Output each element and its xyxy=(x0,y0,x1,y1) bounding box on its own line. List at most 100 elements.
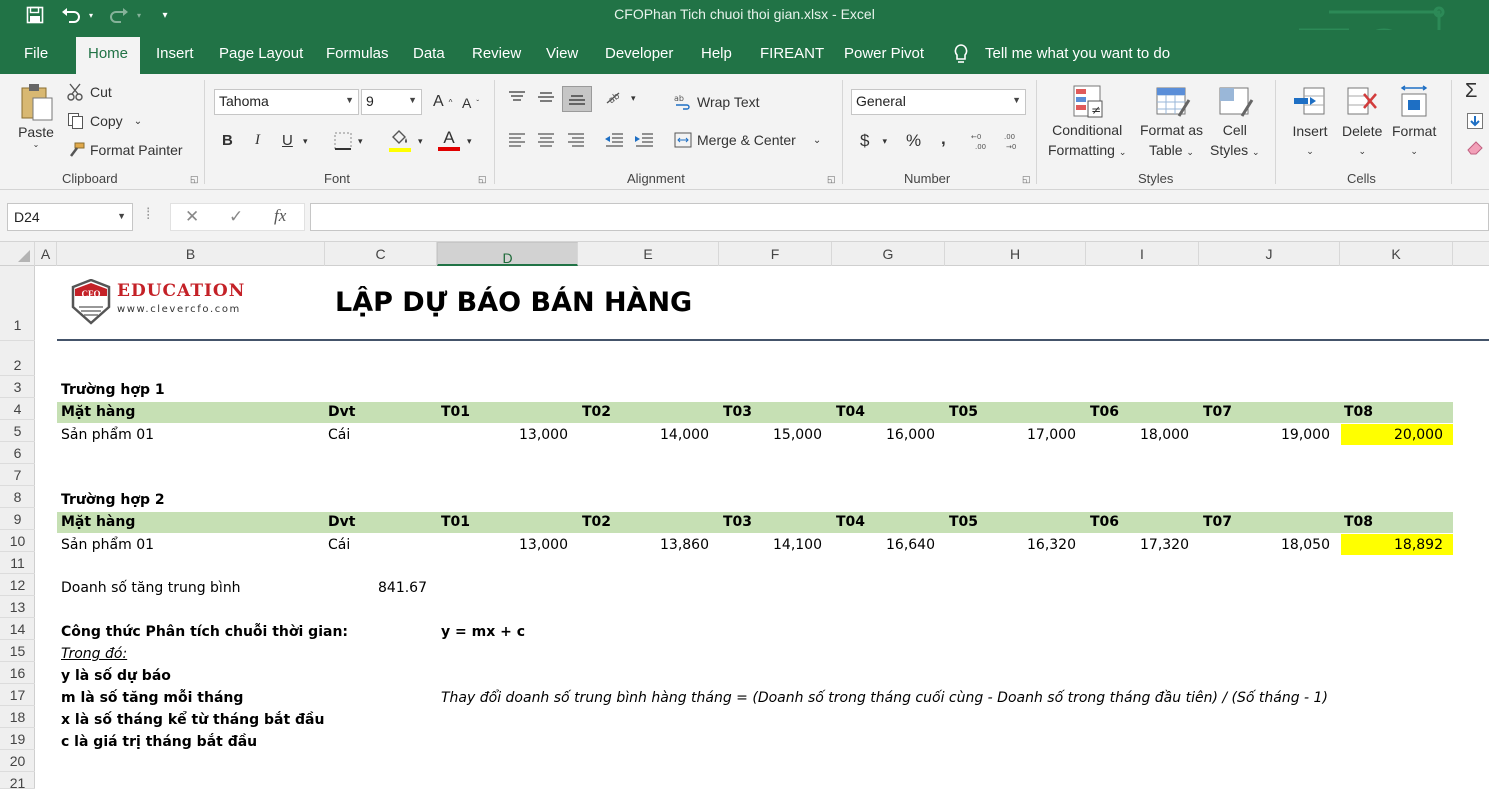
font-name-select[interactable]: Tahoma ▼ xyxy=(214,89,359,115)
align-center-icon[interactable] xyxy=(535,131,557,147)
tell-me-search[interactable]: Tell me what you want to do xyxy=(985,30,1170,74)
increase-decimal-icon[interactable]: ←0.00 xyxy=(971,131,993,151)
wrap-text-button[interactable]: ab Wrap Text xyxy=(674,93,760,111)
col-header-i[interactable]: I xyxy=(1086,242,1199,266)
row-header[interactable]: 8 xyxy=(0,486,35,508)
tab-insert[interactable]: Insert xyxy=(156,30,194,74)
tab-home[interactable]: Home xyxy=(76,37,141,74)
cancel-entry-icon[interactable]: ✕ xyxy=(185,207,199,227)
row-header[interactable]: 2 xyxy=(0,354,35,376)
italic-button[interactable]: I xyxy=(255,132,260,149)
col-header-c[interactable]: C xyxy=(325,242,437,266)
eraser-icon[interactable] xyxy=(1466,140,1484,156)
row-header[interactable]: 14 xyxy=(0,618,35,640)
decrease-decimal-icon[interactable]: .00 →0 xyxy=(1002,131,1024,151)
redo-icon[interactable] xyxy=(106,4,132,26)
tab-data[interactable]: Data xyxy=(413,30,445,74)
undo-icon[interactable] xyxy=(58,4,84,26)
format-painter-button[interactable]: Format Painter xyxy=(67,141,183,159)
row-header[interactable]: 13 xyxy=(0,596,35,618)
font-launcher-icon[interactable]: ◱ xyxy=(478,174,487,185)
increase-font-icon[interactable]: A ^ xyxy=(433,93,452,111)
tab-power-pivot[interactable]: Power Pivot xyxy=(844,30,924,74)
row-header[interactable]: 10 xyxy=(0,530,35,552)
alignment-launcher-icon[interactable]: ◱ xyxy=(827,174,836,185)
row-header[interactable]: 7 xyxy=(0,464,35,486)
formula-input[interactable] xyxy=(310,203,1489,231)
lightbulb-icon[interactable] xyxy=(952,30,970,74)
fill-color-button[interactable] xyxy=(389,129,411,152)
row-header[interactable]: 4 xyxy=(0,398,35,420)
insert-cells-button[interactable]: Insert ⌄ xyxy=(1292,84,1328,160)
currency-button[interactable]: $ ▾ xyxy=(860,131,887,151)
autosum-icon[interactable]: Σ xyxy=(1465,80,1477,103)
cut-button[interactable]: Cut xyxy=(67,83,112,101)
col-header-e[interactable]: E xyxy=(578,242,719,266)
col-header-f[interactable]: F xyxy=(719,242,832,266)
tab-formulas[interactable]: Formulas xyxy=(326,30,389,74)
insert-function-icon[interactable]: fx xyxy=(274,206,286,226)
font-color-button[interactable]: A xyxy=(438,129,460,151)
tab-help[interactable]: Help xyxy=(701,30,732,74)
row-header[interactable]: 15 xyxy=(0,640,35,662)
select-all-corner[interactable] xyxy=(0,242,35,266)
delete-cells-button[interactable]: Delete ⌄ xyxy=(1342,84,1382,160)
orientation-icon[interactable]: ab ▾ xyxy=(604,90,636,106)
align-top-icon[interactable] xyxy=(506,90,528,104)
tab-fireant[interactable]: FIREANT xyxy=(760,30,824,74)
name-box[interactable]: D24 ▼ xyxy=(7,203,133,231)
save-icon[interactable] xyxy=(22,4,48,26)
conditional-formatting-button[interactable]: ≠ Conditional Formatting ⌄ xyxy=(1048,84,1126,162)
formula-bar-grip-icon[interactable]: ⁞ xyxy=(146,206,150,224)
underline-dropdown-icon[interactable]: ▾ xyxy=(303,136,308,147)
bold-button[interactable]: B xyxy=(222,132,233,149)
decrease-indent-icon[interactable] xyxy=(603,131,625,147)
col-header-d[interactable]: D xyxy=(437,242,578,266)
tab-review[interactable]: Review xyxy=(472,30,521,74)
row-header[interactable]: 5 xyxy=(0,420,35,442)
fill-down-icon[interactable] xyxy=(1466,112,1484,130)
number-format-select[interactable]: General ▼ xyxy=(851,89,1026,115)
col-header-k[interactable]: K xyxy=(1340,242,1453,266)
col-header-j[interactable]: J xyxy=(1199,242,1340,266)
align-bottom-icon[interactable] xyxy=(562,86,592,112)
comma-style-button[interactable]: , xyxy=(941,129,946,149)
row-header[interactable]: 21 xyxy=(0,772,35,791)
row-header[interactable]: 18 xyxy=(0,706,35,728)
row-header[interactable]: 12 xyxy=(0,574,35,596)
col-header-h[interactable]: H xyxy=(945,242,1086,266)
fill-dropdown-icon[interactable]: ▾ xyxy=(418,136,423,147)
format-as-table-button[interactable]: Format as Table ⌄ xyxy=(1140,84,1203,162)
row-header[interactable]: 3 xyxy=(0,376,35,398)
col-header-g[interactable]: G xyxy=(832,242,945,266)
row-header[interactable]: 1 xyxy=(0,266,35,341)
decrease-font-icon[interactable]: Aˇ xyxy=(462,95,479,111)
tab-view[interactable]: View xyxy=(546,30,578,74)
col-header-a[interactable]: A xyxy=(35,242,57,266)
row-header[interactable]: 17 xyxy=(0,684,35,706)
row-header[interactable]: 9 xyxy=(0,508,35,530)
align-middle-icon[interactable] xyxy=(535,90,557,104)
merge-center-button[interactable]: Merge & Center ⌄ xyxy=(674,132,821,148)
cell-styles-button[interactable]: Cell Styles ⌄ xyxy=(1210,84,1260,162)
copy-button[interactable]: Copy ⌄ xyxy=(67,112,142,130)
paste-button[interactable]: Paste ⌄ xyxy=(18,82,54,149)
format-cells-button[interactable]: Format ⌄ xyxy=(1392,84,1436,160)
undo-dropdown-icon[interactable]: ▾ xyxy=(86,4,96,26)
increase-indent-icon[interactable] xyxy=(633,131,655,147)
confirm-entry-icon[interactable]: ✓ xyxy=(229,207,243,227)
number-launcher-icon[interactable]: ◱ xyxy=(1022,174,1031,185)
borders-button[interactable]: ▾ xyxy=(333,131,363,151)
tab-developer[interactable]: Developer xyxy=(605,30,673,74)
row-header[interactable]: 20 xyxy=(0,750,35,772)
percent-button[interactable]: % xyxy=(906,131,921,151)
row-header[interactable]: 6 xyxy=(0,442,35,464)
customize-toolbar-icon[interactable]: ▾ xyxy=(158,4,172,26)
redo-dropdown-icon[interactable]: ▾ xyxy=(134,4,144,26)
row-header[interactable]: 11 xyxy=(0,552,35,574)
row-header[interactable]: 16 xyxy=(0,662,35,684)
underline-button[interactable]: U xyxy=(282,132,293,149)
col-header-b[interactable]: B xyxy=(57,242,325,266)
align-left-icon[interactable] xyxy=(506,131,528,147)
tab-file[interactable]: File xyxy=(24,30,48,74)
